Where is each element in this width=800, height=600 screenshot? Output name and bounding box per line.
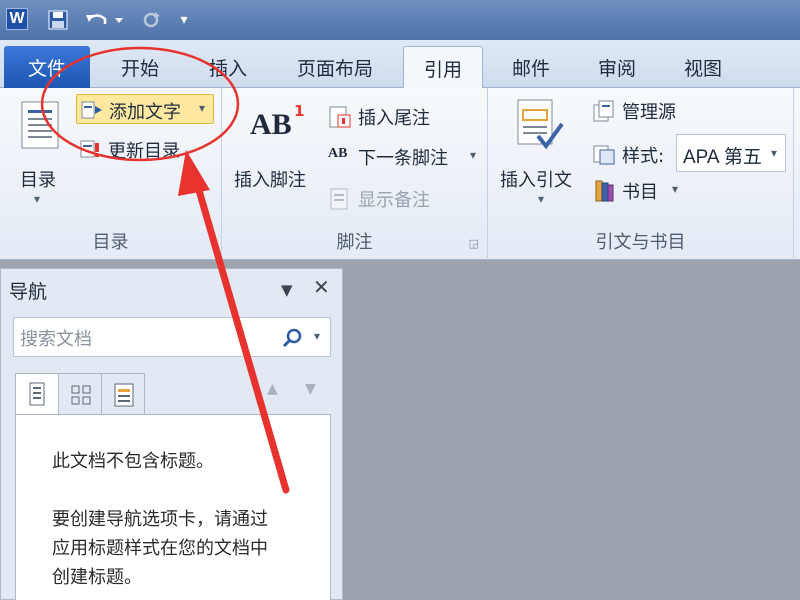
footnote-group-label: 脚注 — [336, 232, 373, 253]
redo-icon[interactable] — [136, 6, 166, 34]
style-dropdown[interactable]: APA 第五 ▾ — [676, 134, 786, 172]
results-icon — [114, 383, 134, 407]
tab-references[interactable]: 引用 — [403, 46, 483, 89]
tab-results[interactable] — [101, 373, 145, 415]
insert-endnote-label: 插入尾注 — [358, 108, 430, 129]
bibliography-icon — [595, 180, 614, 202]
no-headings-message: 此文档不包含标题。 — [52, 451, 214, 472]
show-notes-icon — [330, 188, 348, 210]
customize-toolbar-button[interactable]: ▾ — [172, 6, 196, 34]
search-placeholder: 搜索文档 — [20, 329, 92, 350]
previous-arrow-icon[interactable]: ▲ — [267, 381, 278, 397]
bibliography-label: 书目 — [622, 182, 658, 203]
add-text-icon — [81, 101, 102, 119]
show-notes-button[interactable]: 显示备注 — [326, 184, 482, 214]
headings-icon — [29, 382, 45, 406]
footnote-superscript: 1 — [294, 102, 305, 120]
toc-button-label: 目录 — [20, 170, 56, 191]
insert-citation-icon — [517, 99, 564, 150]
footnote-group: AB 1 插入脚注 插入尾注 AB 下一条脚注 ▾ 显示备注 脚注 ◲ — [222, 88, 488, 260]
next-footnote-label: 下一条脚注 — [358, 148, 448, 169]
ribbon-tab-row: 文件 开始 插入 页面布局 引用 邮件 审阅 视图 — [0, 40, 800, 89]
insert-citation-button[interactable]: 插入引文 ▾ — [496, 96, 586, 216]
quick-access-toolbar: W ▾ — [0, 0, 800, 40]
tab-file[interactable]: 文件 — [4, 46, 90, 88]
instruction-line-2: 应用标题样式在您的文档中 — [52, 538, 268, 559]
save-icon[interactable] — [44, 6, 72, 34]
chevron-down-icon: ▾ — [470, 148, 477, 162]
update-toc-button[interactable]: 更新目录 — [76, 134, 214, 164]
tab-headings[interactable] — [15, 373, 59, 415]
insert-footnote-button[interactable]: AB 1 插入脚注 — [230, 96, 326, 196]
add-text-button[interactable]: 添加文字 ▾ — [76, 94, 214, 124]
search-icon[interactable] — [282, 327, 304, 349]
ribbon: 目录 ▾ 添加文字 ▾ 更新目录 目录 AB 1 插入脚注 插入尾注 AB 下一… — [0, 88, 800, 260]
pane-options-dropdown-icon[interactable]: ▼ — [281, 281, 293, 299]
insert-citation-label: 插入引文 — [500, 170, 572, 191]
toc-button[interactable]: 目录 ▾ — [10, 96, 70, 216]
style-label: 样式: — [622, 146, 665, 167]
manage-sources-label: 管理源 — [622, 102, 676, 123]
instruction-line-1: 要创建导航选项卡，请通过 — [52, 509, 268, 530]
chevron-down-icon: ▾ — [34, 192, 41, 206]
insert-endnote-button[interactable]: 插入尾注 — [326, 102, 482, 132]
toc-icon — [21, 101, 59, 149]
style-value: APA 第五 — [683, 147, 762, 168]
dialog-launcher-icon[interactable]: ◲ — [469, 237, 479, 250]
add-text-label: 添加文字 — [109, 102, 181, 123]
search-input[interactable]: 搜索文档 ▾ — [13, 317, 331, 357]
word-logo-icon: W — [6, 8, 28, 30]
navigation-pane-body: 此文档不包含标题。 要创建导航选项卡，请通过 应用标题样式在您的文档中 创建标题… — [15, 414, 331, 600]
chevron-down-icon: ▾ — [672, 182, 679, 196]
insert-footnote-label: 插入脚注 — [234, 170, 306, 191]
endnote-icon — [329, 106, 351, 128]
chevron-down-icon: ▾ — [199, 101, 206, 115]
next-footnote-icon: AB — [328, 146, 348, 161]
update-toc-label: 更新目录 — [108, 141, 180, 162]
update-toc-icon — [80, 140, 99, 158]
manage-sources-button[interactable]: 管理源 — [590, 96, 710, 126]
instruction-line-3: 创建标题。 — [52, 567, 142, 588]
tab-mailings[interactable]: 邮件 — [496, 46, 566, 88]
citation-group: 插入引文 ▾ 管理源 样式: APA 第五 ▾ 书目 ▾ 引文与书目 — [488, 88, 794, 260]
tab-page-layout[interactable]: 页面布局 — [280, 46, 390, 88]
citation-group-label: 引文与书目 — [595, 232, 686, 253]
manage-sources-icon — [593, 100, 614, 122]
chevron-down-icon: ▾ — [771, 146, 778, 160]
show-notes-label: 显示备注 — [358, 190, 430, 211]
tab-home[interactable]: 开始 — [96, 46, 184, 88]
next-arrow-icon[interactable]: ▼ — [305, 381, 316, 397]
style-selector: 样式: APA 第五 ▾ — [590, 134, 790, 174]
chevron-down-icon: ▾ — [538, 192, 545, 206]
tab-review[interactable]: 审阅 — [582, 46, 652, 88]
chevron-down-icon[interactable]: ▾ — [314, 329, 320, 343]
toc-group-label: 目录 — [92, 232, 129, 253]
bibliography-button[interactable]: 书目 ▾ — [590, 176, 700, 206]
tab-insert[interactable]: 插入 — [188, 46, 268, 88]
tab-view[interactable]: 视图 — [668, 46, 738, 88]
undo-icon[interactable] — [82, 6, 128, 34]
next-footnote-button[interactable]: AB 下一条脚注 ▾ — [326, 142, 486, 172]
close-icon[interactable]: ✕ — [313, 275, 330, 299]
footnote-ab-icon: AB — [250, 108, 292, 141]
navigation-pane: 导航 ▼ ✕ 搜索文档 ▾ ▲ ▼ 此文档不包含标题。 要创建导航选项卡，请通过… — [0, 268, 343, 600]
navigation-pane-title: 导航 — [9, 281, 48, 303]
style-icon — [593, 145, 615, 165]
tab-pages[interactable] — [58, 373, 102, 415]
toc-group: 目录 ▾ 添加文字 ▾ 更新目录 目录 — [0, 88, 222, 260]
pages-grid-icon — [71, 385, 91, 405]
